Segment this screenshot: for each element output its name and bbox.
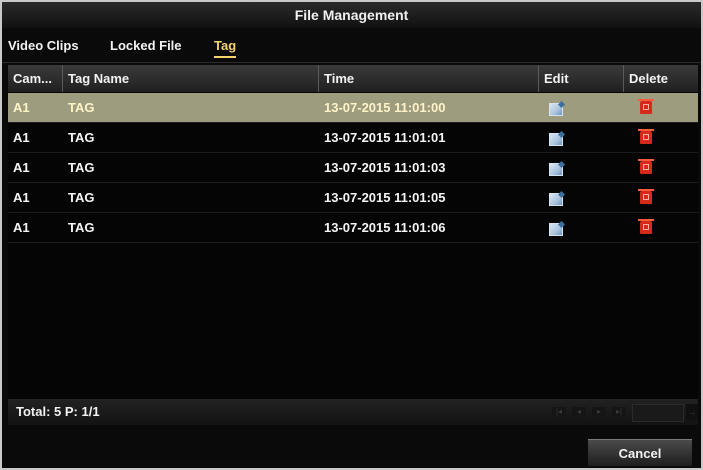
tag-name-cell: TAG [68,130,95,145]
camera-cell: A1 [13,190,30,205]
edit-cell [539,123,624,153]
delete-trash-icon[interactable] [638,159,654,174]
edit-cell [539,213,624,243]
table-row[interactable]: A1 TAG 13-07-2015 11:01:03 [8,153,698,183]
page-number-input[interactable] [632,404,684,422]
column-header-delete: Delete [629,71,669,86]
table-row[interactable]: A1 TAG 13-07-2015 11:01:06 [8,213,698,243]
edit-cell [539,93,624,123]
last-page-icon[interactable]: ▸| [612,407,626,417]
file-management-window: File Management Video Clips Locked File … [2,2,701,468]
column-header-edit: Edit [539,65,624,92]
edit-icon[interactable] [549,223,563,236]
edit-icon[interactable] [549,133,563,146]
table-header: Cam... Tag Name Time Edit Delete [8,65,698,92]
tab-divider [2,62,701,63]
window-title: File Management [2,2,701,28]
pager: |◂ ◂ ▸ ▸| [552,407,626,417]
table-row[interactable]: A1 TAG 13-07-2015 11:01:05 [8,183,698,213]
camera-cell: A1 [13,220,30,235]
delete-cell [624,93,698,123]
first-page-icon[interactable]: |◂ [552,407,566,417]
delete-trash-icon[interactable] [638,99,654,114]
go-page-icon[interactable]: → [686,404,698,420]
tag-table: Cam... Tag Name Time Edit Delete A1 TAG … [8,65,698,399]
tab-tag[interactable]: Tag [214,38,237,58]
delete-trash-icon[interactable] [638,189,654,204]
delete-trash-icon[interactable] [638,219,654,234]
delete-cell [624,123,698,153]
delete-trash-icon[interactable] [638,129,654,144]
camera-cell: A1 [13,100,30,115]
edit-icon[interactable] [549,163,563,176]
total-count: Total: 5 P: 1/1 [16,404,100,419]
tag-name-cell: TAG [68,220,95,235]
tab-video-clips[interactable]: Video Clips [8,38,79,56]
tab-locked-file[interactable]: Locked File [110,38,182,56]
tag-name-cell: TAG [68,190,95,205]
edit-cell [539,153,624,183]
table-row[interactable]: A1 TAG 13-07-2015 11:01:00 [8,93,698,123]
tab-bar: Video Clips Locked File Tag [2,32,701,62]
camera-cell: A1 [13,130,30,145]
delete-cell [624,183,698,213]
time-cell: 13-07-2015 11:01:03 [324,160,446,175]
tag-name-cell: TAG [68,160,95,175]
next-page-icon[interactable]: ▸ [592,407,606,417]
time-cell: 13-07-2015 11:01:05 [324,190,446,205]
column-header-camera[interactable]: Cam... [8,65,63,92]
edit-icon[interactable] [549,193,563,206]
tag-name-cell: TAG [68,100,95,115]
time-cell: 13-07-2015 11:01:06 [324,220,446,235]
column-header-time[interactable]: Time [319,65,539,92]
delete-cell [624,213,698,243]
column-header-tag-name[interactable]: Tag Name [63,65,319,92]
delete-cell [624,153,698,183]
table-row[interactable]: A1 TAG 13-07-2015 11:01:01 [8,123,698,153]
edit-cell [539,183,624,213]
table-footer: Total: 5 P: 1/1 |◂ ◂ ▸ ▸| → [8,399,698,425]
camera-cell: A1 [13,160,30,175]
cancel-button[interactable]: Cancel [588,439,692,466]
edit-icon[interactable] [549,103,563,116]
time-cell: 13-07-2015 11:01:00 [324,100,446,115]
prev-page-icon[interactable]: ◂ [572,407,586,417]
time-cell: 13-07-2015 11:01:01 [324,130,446,145]
